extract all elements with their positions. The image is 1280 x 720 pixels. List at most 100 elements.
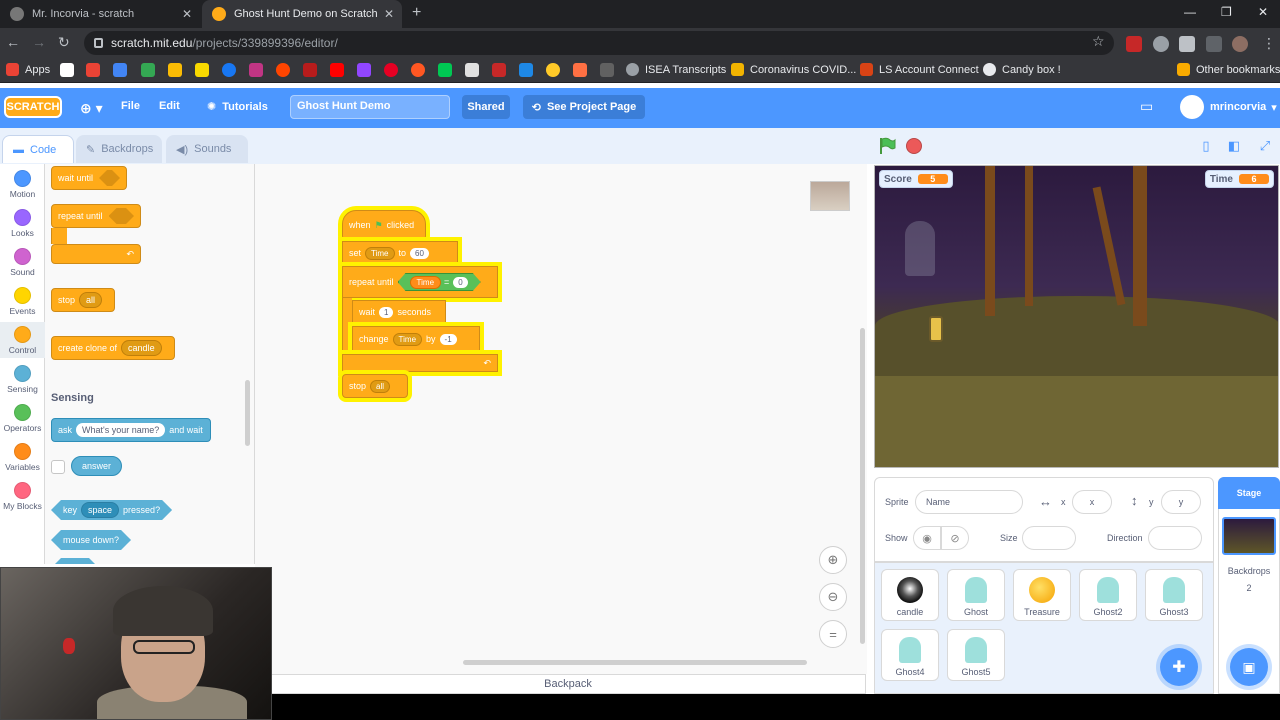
edit-menu[interactable]: Edit: [159, 100, 180, 112]
bookmark-icon[interactable]: [465, 63, 479, 77]
direction-input[interactable]: [1148, 526, 1202, 550]
answer-monitor-checkbox[interactable]: [51, 460, 65, 474]
calendar-icon[interactable]: [113, 63, 127, 77]
minimize-icon[interactable]: —: [1184, 5, 1196, 19]
sprite-tile-ghost5[interactable]: Ghost5: [947, 629, 1005, 681]
sprite-tile-candle[interactable]: candle: [881, 569, 939, 621]
reload-icon[interactable]: ↻: [58, 34, 70, 51]
file-menu[interactable]: File: [121, 100, 140, 112]
ask-and-wait-block[interactable]: ask What's your name? and wait: [51, 418, 211, 442]
browser-tab-ghost-hunt[interactable]: Ghost Hunt Demo on Scratch ✕: [202, 0, 402, 28]
clone-dropdown[interactable]: candle: [121, 340, 162, 356]
pinterest-icon[interactable]: [384, 63, 398, 77]
tutorials-button[interactable]: ✺ Tutorials: [207, 100, 268, 114]
stop-button[interactable]: [906, 138, 922, 154]
backpack-bar[interactable]: Backpack: [270, 674, 866, 694]
hide-button[interactable]: ⊘: [941, 526, 969, 550]
normal-stage-button[interactable]: ◧: [1223, 136, 1245, 156]
stop-all-block[interactable]: stop all: [342, 374, 408, 398]
gmail-icon[interactable]: [86, 63, 100, 77]
candle-sprite[interactable]: [929, 316, 943, 342]
category-sound[interactable]: Sound: [0, 248, 45, 277]
forward-icon[interactable]: →: [32, 34, 46, 50]
sensing-block[interactable]: [51, 558, 99, 564]
palette-scrollbar[interactable]: [245, 380, 250, 446]
small-stage-button[interactable]: ▯: [1195, 136, 1217, 156]
close-window-icon[interactable]: ✕: [1258, 5, 1268, 19]
category-motion[interactable]: Motion: [0, 170, 45, 199]
bookmark-star-icon[interactable]: ☆: [1092, 33, 1105, 50]
size-input[interactable]: [1022, 526, 1076, 550]
show-visible-button[interactable]: ◉: [913, 526, 941, 550]
extension-icon[interactable]: [1153, 36, 1169, 52]
twitch-icon[interactable]: [357, 63, 371, 77]
score-monitor[interactable]: Score 5: [879, 170, 953, 188]
bookmark-apps[interactable]: Apps: [6, 63, 50, 76]
new-tab-icon[interactable]: +: [412, 4, 421, 22]
category-operators[interactable]: Operators: [0, 404, 45, 433]
compare-input[interactable]: 0: [453, 277, 467, 288]
wait-input[interactable]: 1: [379, 306, 394, 318]
y-input[interactable]: y: [1161, 490, 1201, 514]
sprite-name-input[interactable]: Name: [915, 490, 1023, 514]
tab-backdrops[interactable]: ✎ Backdrops: [76, 135, 162, 163]
bookmark-icon[interactable]: [195, 63, 209, 77]
stop-dropdown[interactable]: all: [370, 379, 391, 393]
sprite-tile-ghost[interactable]: Ghost: [947, 569, 1005, 621]
mouse-down-block[interactable]: mouse down?: [51, 530, 131, 550]
variable-dropdown[interactable]: Time: [392, 332, 423, 346]
stage-canvas[interactable]: Score 5 Time 6: [874, 165, 1279, 468]
reddit-icon[interactable]: [276, 63, 290, 77]
time-reporter[interactable]: Time: [410, 276, 441, 289]
project-title-input[interactable]: Ghost Hunt Demo: [290, 95, 450, 119]
value-input[interactable]: 60: [410, 247, 429, 259]
close-tab-icon[interactable]: ✕: [384, 7, 394, 21]
shared-button[interactable]: Shared: [462, 95, 510, 119]
my-stuff-folder-icon[interactable]: ▭: [1140, 98, 1153, 115]
bookmark-icon[interactable]: [411, 63, 425, 77]
zoom-out-button[interactable]: ⊖: [819, 583, 847, 611]
bookmark-icon[interactable]: [573, 63, 587, 77]
zoom-in-button[interactable]: ⊕: [819, 546, 847, 574]
tab-code[interactable]: ▬ Code: [2, 135, 74, 163]
facebook-icon[interactable]: [222, 63, 236, 77]
bookmark-icon[interactable]: [303, 63, 317, 77]
wait-seconds-block[interactable]: wait 1 seconds: [352, 300, 446, 324]
key-pressed-block[interactable]: key space pressed?: [51, 500, 172, 520]
stop-dropdown[interactable]: all: [79, 292, 103, 308]
repeat-until-block[interactable]: repeat until: [51, 204, 141, 228]
category-looks[interactable]: Looks: [0, 209, 45, 238]
category-control[interactable]: Control: [0, 322, 45, 358]
answer-reporter[interactable]: answer: [71, 456, 123, 476]
repeat-until-script-block[interactable]: repeat until Time = 0: [342, 266, 498, 298]
ask-text-input[interactable]: What's your name?: [76, 423, 166, 437]
bookmark-other[interactable]: Other bookmarks: [1177, 63, 1280, 76]
fullscreen-button[interactable]: ⤢: [1254, 136, 1276, 156]
account-menu[interactable]: mrincorvia ▾: [1180, 95, 1277, 119]
category-my-blocks[interactable]: My Blocks: [0, 482, 45, 511]
bookmark-ls-account[interactable]: LS Account Connect: [860, 63, 979, 76]
backdrop-thumbnail[interactable]: [1222, 517, 1276, 555]
url-input[interactable]: scratch.mit.edu /projects/339899396/edit…: [84, 31, 1114, 55]
sprite-tile-ghost4[interactable]: Ghost4: [881, 629, 939, 681]
when-flag-clicked-block[interactable]: when ⚑ clicked: [342, 210, 426, 240]
bookmark-icon[interactable]: [60, 63, 74, 77]
bookmark-icon[interactable]: [600, 63, 614, 77]
close-tab-icon[interactable]: ✕: [182, 7, 192, 21]
back-icon[interactable]: ←: [6, 34, 20, 50]
equals-operator[interactable]: Time = 0: [398, 273, 481, 291]
play-store-icon[interactable]: [438, 63, 452, 77]
reset-zoom-button[interactable]: =: [819, 620, 847, 648]
add-backdrop-button[interactable]: ▣: [1230, 648, 1268, 686]
change-variable-block[interactable]: change Time by -1: [352, 326, 480, 352]
maximize-icon[interactable]: ❐: [1221, 5, 1232, 19]
sprite-tile-treasure[interactable]: Treasure: [1013, 569, 1071, 621]
category-events[interactable]: Events: [0, 287, 45, 316]
extension-icon[interactable]: [1126, 36, 1142, 52]
key-dropdown[interactable]: space: [81, 502, 119, 518]
language-globe-icon[interactable]: ⊕ ▾: [80, 100, 103, 117]
puzzle-extensions-icon[interactable]: [1179, 36, 1195, 52]
sprite-tile-ghost2[interactable]: Ghost2: [1079, 569, 1137, 621]
add-sprite-button[interactable]: ✚: [1160, 648, 1198, 686]
bookmark-icon[interactable]: [519, 63, 533, 77]
